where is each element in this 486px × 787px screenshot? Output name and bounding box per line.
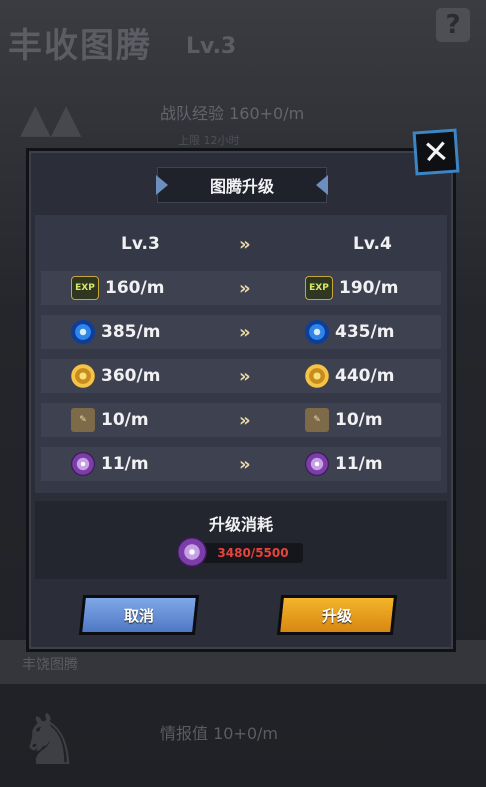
close-icon: ✕ xyxy=(421,132,451,172)
cancel-button-label: 取消 xyxy=(123,606,154,625)
close-button[interactable]: ✕ xyxy=(412,128,460,176)
background-team-exp-stat: 战队经验 160+0/m xyxy=(160,104,305,123)
arrow-icon: » xyxy=(239,233,250,255)
arrow-icon: » xyxy=(239,453,250,475)
cost-title: 升级消耗 xyxy=(208,515,273,534)
purple-swirl-icon xyxy=(305,452,329,476)
next-level: Lv.4 xyxy=(353,234,392,254)
cancel-button[interactable]: 取消 xyxy=(78,595,200,635)
purple-row: 11/m » 11/m xyxy=(41,447,441,481)
scroll-quill-icon: ✎ xyxy=(71,408,95,432)
scroll-row: ✎ 10/m » ✎ 10/m xyxy=(41,403,441,437)
blue-orb-row: 385/m » 435/m xyxy=(41,315,441,349)
upgrade-cost-panel: 升级消耗 3480/5500 xyxy=(35,501,447,579)
exp-icon: EXP xyxy=(71,276,99,300)
upgrade-button-label: 升级 xyxy=(321,606,352,625)
gold-row: 360/m » 440/m xyxy=(41,359,441,393)
exp-row: EXP 160/m » EXP 190/m xyxy=(41,271,441,305)
scroll-quill-icon: ✎ xyxy=(305,408,329,432)
exp-icon: EXP xyxy=(305,276,333,300)
level-row: Lv.3 » Lv.4 xyxy=(41,227,441,261)
gold-coin-icon xyxy=(305,364,329,388)
current-blue-orb-rate: 385/m xyxy=(101,322,161,342)
dialog-title: 图腾升级 xyxy=(209,177,274,196)
question-mark-icon: ? xyxy=(445,10,461,40)
next-purple-rate: 11/m xyxy=(335,454,383,474)
current-exp-rate: 160/m xyxy=(105,278,165,298)
arrow-icon: » xyxy=(239,277,250,299)
upgrade-button[interactable]: 升级 xyxy=(276,595,398,635)
next-gold-rate: 440/m xyxy=(335,366,395,386)
blue-orb-icon xyxy=(71,320,95,344)
help-button[interactable]: ? xyxy=(436,8,470,42)
upgrade-comparison-table: Lv.3 » Lv.4 EXP 160/m » EXP 190/m 385/m » … xyxy=(35,215,447,493)
upgrade-dialog: 图腾升级 Lv.3 » Lv.4 EXP 160/m » EXP 190/m 385… xyxy=(26,148,456,652)
current-purple-rate: 11/m xyxy=(101,454,149,474)
current-intel-rate: 10/m xyxy=(101,410,149,430)
current-gold-rate: 360/m xyxy=(101,366,161,386)
background-section-label: 丰饶图腾 xyxy=(22,657,78,673)
background-intel-stat: 情报值 10+0/m xyxy=(160,724,279,743)
blue-orb-icon xyxy=(305,320,329,344)
arrow-icon: » xyxy=(239,321,250,343)
next-exp-rate: 190/m xyxy=(339,278,399,298)
arrow-icon: » xyxy=(239,365,250,387)
background-team-exp-cap: 上限 12小时 xyxy=(178,134,240,147)
gold-coin-icon xyxy=(71,364,95,388)
arrow-icon: » xyxy=(239,409,250,431)
next-blue-orb-rate: 435/m xyxy=(335,322,395,342)
dialog-header: 图腾升级 xyxy=(156,167,328,203)
background-title: 丰收图腾 xyxy=(8,26,152,66)
phoenix-emblem-icon: ♞ xyxy=(18,699,81,781)
background-level: Lv.3 xyxy=(186,34,237,59)
cost-amount: 3480/5500 xyxy=(217,546,289,560)
current-level: Lv.3 xyxy=(121,234,160,254)
totem-silhouette-icon: ▲▲ xyxy=(20,96,82,142)
next-intel-rate: 10/m xyxy=(335,410,383,430)
purple-swirl-icon xyxy=(177,537,207,567)
purple-swirl-icon xyxy=(71,452,95,476)
